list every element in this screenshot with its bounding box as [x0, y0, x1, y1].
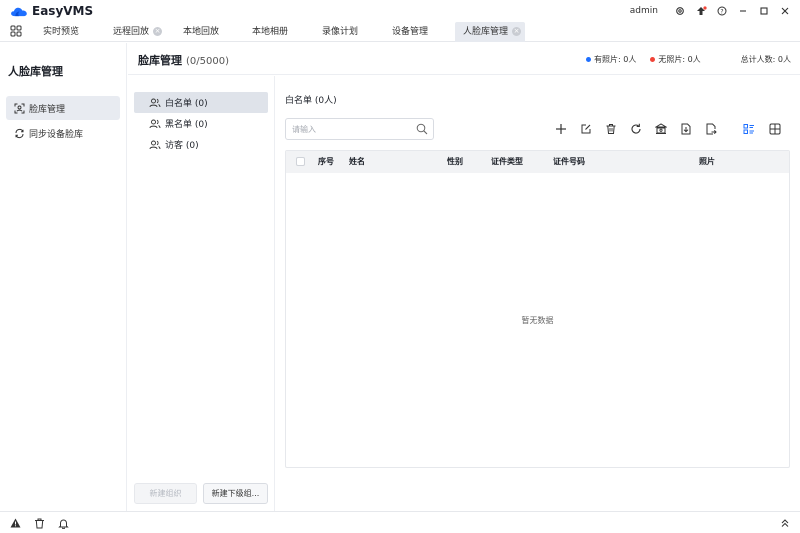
tab-close-icon[interactable]: ×	[153, 27, 163, 36]
app-name: EasyVMS	[32, 4, 94, 18]
users-icon	[149, 119, 161, 128]
user-name[interactable]: admin	[630, 6, 658, 16]
sidebar-title: 人脸库管理	[8, 65, 63, 78]
tab-close-icon[interactable]: ×	[512, 27, 522, 36]
edit-icon[interactable]	[578, 121, 594, 137]
capacity-count: (0/5000)	[186, 56, 229, 67]
import-icon[interactable]	[678, 121, 694, 137]
column-header-id-type[interactable]: 证件类型	[491, 151, 523, 173]
red-dot-icon	[650, 57, 656, 62]
stat-without-photo: 无照片: 0人	[650, 54, 701, 65]
minimize-icon[interactable]	[736, 4, 750, 18]
group-item-visitor[interactable]: 访客 (0)	[134, 134, 268, 155]
content-header: 脸库管理 (0/5000) 有照片: 0人 无照片: 0人 总计人数: 0人	[128, 43, 800, 75]
empty-state-text: 暂无数据	[521, 316, 554, 325]
tab-local-playback[interactable]: 本地回放	[183, 22, 219, 42]
tab-live-preview[interactable]: 实时预览	[43, 22, 79, 42]
status-bar	[0, 511, 800, 533]
sync-icon	[15, 128, 24, 138]
settings-icon[interactable]	[673, 4, 687, 18]
sidebar: 人脸库管理 脸库管理 同步设备脸库	[0, 43, 127, 511]
group-item-whitelist[interactable]: 白名单 (0)	[134, 92, 268, 113]
face-table: 序号 姓名 性别 证件类型 证件号码 照片 暂无数据	[285, 150, 790, 468]
trash-icon[interactable]	[33, 517, 45, 529]
help-icon[interactable]: ?	[715, 4, 729, 18]
tab-device-management[interactable]: 设备管理	[392, 22, 428, 42]
table-header: 序号 姓名 性别 证件类型 证件号码 照片	[286, 151, 789, 173]
grid-view-icon[interactable]	[767, 121, 783, 137]
add-icon[interactable]	[553, 121, 569, 137]
bell-icon[interactable]	[57, 517, 69, 529]
tab-bar: 实时预览 远程回放 × 本地回放 本地相册 录像计划 设备管理 人脸库管理 ×	[0, 22, 800, 42]
users-icon	[149, 140, 161, 149]
title-bar: EasyVMS admin ?	[0, 0, 800, 22]
new-subgroup-button[interactable]: 新建下级组...	[203, 483, 268, 504]
list-title: 白名单 (0人)	[285, 96, 337, 106]
column-header-id-number[interactable]: 证件号码	[553, 151, 585, 173]
upgrade-icon[interactable]	[694, 4, 708, 18]
close-icon[interactable]	[778, 4, 792, 18]
expand-up-icon[interactable]	[779, 517, 791, 529]
warning-icon[interactable]	[9, 517, 21, 529]
stat-with-photo: 有照片: 0人	[586, 54, 636, 65]
bank-import-icon[interactable]	[653, 121, 669, 137]
tab-recording-plan[interactable]: 录像计划	[322, 22, 358, 42]
stat-total: 总计人数: 0人	[740, 55, 791, 64]
search-input[interactable]	[286, 119, 412, 139]
blue-dot-icon	[586, 57, 592, 62]
group-item-blacklist[interactable]: 黑名单 (0)	[134, 113, 268, 134]
column-header-index[interactable]: 序号	[318, 151, 334, 173]
search-icon[interactable]	[416, 123, 428, 135]
stats-bar: 有照片: 0人 无照片: 0人 总计人数: 0人	[572, 54, 791, 65]
column-header-name[interactable]: 姓名	[349, 151, 365, 173]
search-box	[285, 118, 434, 140]
maximize-icon[interactable]	[757, 4, 771, 18]
apps-grid-icon[interactable]	[10, 25, 22, 37]
sidebar-item-face-library[interactable]: 脸库管理	[6, 96, 120, 120]
app-logo: EasyVMS	[10, 5, 93, 17]
column-header-photo[interactable]: 照片	[699, 151, 715, 173]
tab-face-library[interactable]: 人脸库管理 ×	[455, 22, 525, 42]
tab-local-album[interactable]: 本地相册	[252, 22, 288, 42]
page-title: 脸库管理 (0/5000)	[138, 54, 229, 67]
tab-remote-playback[interactable]: 远程回放 ×	[113, 22, 163, 42]
sidebar-item-label: 脸库管理	[29, 104, 66, 115]
list-view-icon[interactable]	[741, 121, 757, 137]
face-scan-icon	[14, 103, 25, 113]
cloud-logo-icon	[11, 7, 27, 16]
users-icon	[149, 98, 161, 107]
new-group-button[interactable]: 新建组织	[134, 483, 197, 504]
export-icon[interactable]	[703, 121, 719, 137]
group-panel: 白名单 (0) 黑名单 (0) 访客 (0) 新建组织 新建下级组...	[128, 76, 275, 511]
sidebar-item-sync-device[interactable]: 同步设备脸库	[6, 121, 120, 145]
select-all-checkbox[interactable]	[296, 157, 305, 166]
delete-icon[interactable]	[603, 121, 619, 137]
toolbar	[553, 121, 793, 137]
svg-text:?: ?	[720, 8, 723, 15]
sidebar-item-label: 同步设备脸库	[29, 129, 84, 140]
column-header-gender[interactable]: 性别	[447, 151, 463, 173]
refresh-icon[interactable]	[628, 121, 644, 137]
